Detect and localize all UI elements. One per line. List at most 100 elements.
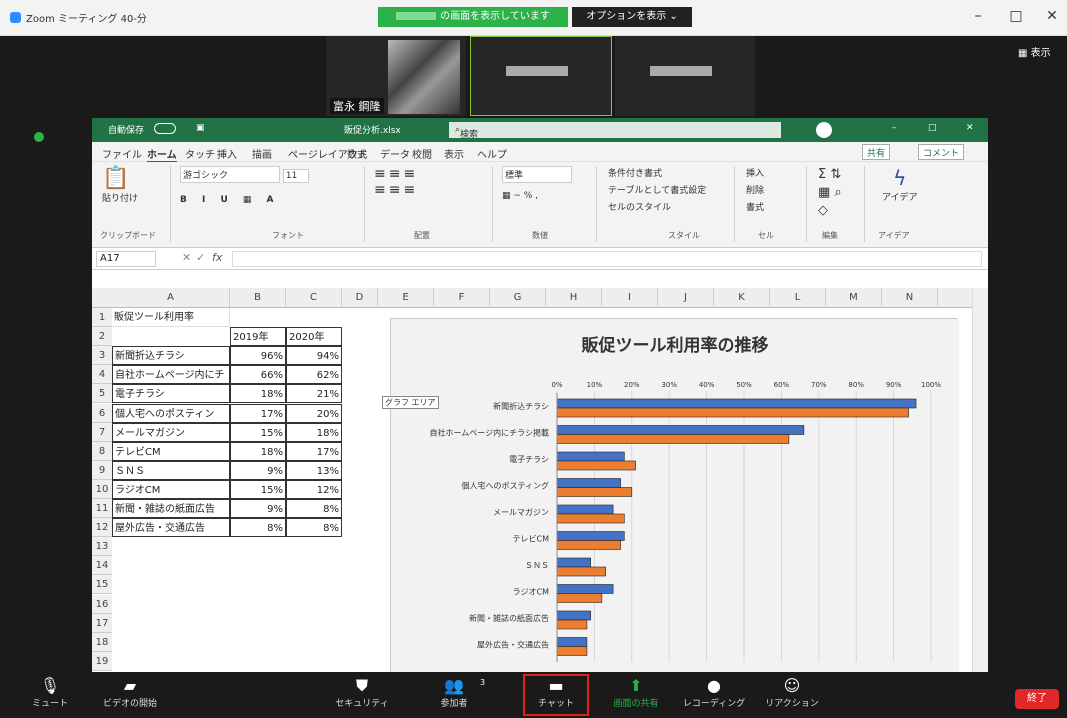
cell[interactable]: 8% [230,518,286,538]
column-header[interactable]: M [826,288,882,308]
cell[interactable]: 9% [230,499,286,518]
cell[interactable]: ラジオCM [112,479,230,499]
column-header[interactable]: D [342,288,378,308]
row-header[interactable]: 15 [92,575,112,595]
cell[interactable]: 個人宅へのポスティン [112,403,230,423]
maximize-icon[interactable]: □ [928,123,937,133]
minimize-icon[interactable]: – [966,8,990,24]
cell[interactable]: 13% [286,460,342,480]
insert-cells-button[interactable]: 挿入 [746,166,764,183]
cell[interactable]: 18% [230,441,286,461]
cell[interactable]: テレビCM [112,441,230,461]
cancel-entry-icon[interactable]: ✕ [182,251,191,264]
align-buttons[interactable]: ≡≡≡ ≡≡≡ [374,166,418,226]
row-header[interactable]: 7 [92,422,112,442]
control-6[interactable]: ● レコーディング [674,676,754,709]
row-header[interactable]: 6 [92,403,112,423]
tab-10[interactable]: ヘルプ [477,146,507,161]
cell[interactable]: 21% [286,384,342,404]
end-meeting-button[interactable]: 終了 [1015,689,1059,709]
cell-style-button[interactable]: セルのスタイル [608,200,706,217]
control-2[interactable]: ⛊ セキュリティ [322,676,402,709]
tab-9[interactable]: 表示 [444,146,464,161]
row-header[interactable]: 8 [92,441,112,461]
row-header[interactable]: 3 [92,346,112,366]
column-header[interactable]: A [112,288,230,308]
row-header[interactable]: 11 [92,499,112,518]
cell[interactable]: 62% [286,365,342,385]
column-header[interactable]: J [658,288,714,308]
control-7[interactable]: ☺ リアクション [752,676,832,709]
maximize-icon[interactable]: □ [1004,8,1028,24]
delete-cells-button[interactable]: 削除 [746,183,764,200]
cell[interactable]: 新聞・雑誌の紙面広告 [112,499,230,518]
column-header[interactable]: I [602,288,658,308]
format-cells-button[interactable]: 書式 [746,200,764,217]
percent-buttons[interactable]: ▦ ~ % , [502,191,572,201]
cell[interactable]: 15% [230,479,286,499]
row-header[interactable]: 1 [92,308,112,327]
cell[interactable]: 15% [230,422,286,442]
cell[interactable]: 18% [230,384,286,404]
row-header[interactable]: 18 [92,632,112,652]
cell[interactable]: 屋外広告・交通広告 [112,518,230,538]
column-header[interactable]: B [230,288,286,308]
number-format-select[interactable]: 標準 [502,166,572,183]
function-icon[interactable]: fx [212,251,222,264]
font-name-select[interactable]: 游ゴシック [180,166,280,183]
cell[interactable]: 94% [286,346,342,366]
paste-button[interactable]: 📋 貼り付け [102,166,138,226]
cell[interactable]: 12% [286,479,342,499]
tab-6[interactable]: 数式 [347,146,367,161]
name-box[interactable]: A17 [96,251,156,267]
row-header[interactable]: 9 [92,460,112,480]
row-header[interactable]: 19 [92,651,112,671]
row-header[interactable]: 5 [92,384,112,404]
tab-2[interactable]: タッチ [185,146,215,161]
table-format-button[interactable]: テーブルとして書式設定 [608,183,706,200]
cell[interactable]: 2020年 [286,327,342,347]
chart-area[interactable]: 販促ツール利用率の推移 0% 10% 20% 30% 40% 50% 60% 70% 80% 90%… [390,318,959,673]
cell[interactable]: 17% [230,403,286,423]
save-icon[interactable]: ▣ [196,123,205,133]
tab-1[interactable]: ホーム [147,146,177,163]
control-0[interactable]: 🎙 ミュート [10,676,90,709]
cell[interactable]: 2019年 [230,327,286,347]
cell[interactable]: 電子チラシ [112,384,230,404]
cell[interactable]: 18% [286,422,342,442]
row-header[interactable]: 4 [92,365,112,385]
cell[interactable]: 96% [230,346,286,366]
control-1[interactable]: ▰ ビデオの開始 [90,676,170,709]
cell[interactable]: ＳＮＳ [112,460,230,480]
tab-8[interactable]: 校閲 [412,146,432,161]
column-header[interactable]: L [770,288,826,308]
row-header[interactable]: 10 [92,479,112,499]
view-options-button[interactable]: オプションを表示 ⌄ [572,7,692,27]
confirm-entry-icon[interactable]: ✓ [196,251,205,264]
view-button[interactable]: ▦ 表示 [1018,44,1051,59]
row-header[interactable]: 2 [92,327,112,347]
font-size-select[interactable]: 11 [282,169,309,183]
user-avatar[interactable] [816,122,832,138]
share-button[interactable]: 共有 [862,144,891,160]
column-header[interactable]: E [378,288,434,308]
column-header[interactable]: N [882,288,938,308]
row-header[interactable]: 17 [92,613,112,633]
autosave-toggle[interactable] [154,123,176,134]
editing-buttons[interactable]: Σ ⇅ ▦ ⌕ ◇ [818,166,842,226]
cell[interactable]: 販促ツール利用率 [112,308,230,327]
formula-input[interactable] [232,251,982,267]
cell[interactable]: 自社ホームページ内にチ [112,365,230,385]
cell[interactable]: 8% [286,499,342,518]
vertical-scrollbar[interactable] [972,288,988,672]
tab-4[interactable]: 描画 [252,146,272,161]
cell[interactable]: 新聞折込チラシ [112,346,230,366]
column-header[interactable]: G [490,288,546,308]
minimize-icon[interactable]: – [892,123,897,133]
cell[interactable]: 17% [286,441,342,461]
column-header[interactable]: K [714,288,770,308]
cell[interactable]: 66% [230,365,286,385]
close-icon[interactable]: ✕ [1040,8,1064,24]
font-style-buttons[interactable]: B I U ▦ A [180,195,340,205]
tab-3[interactable]: 挿入 [217,146,237,161]
